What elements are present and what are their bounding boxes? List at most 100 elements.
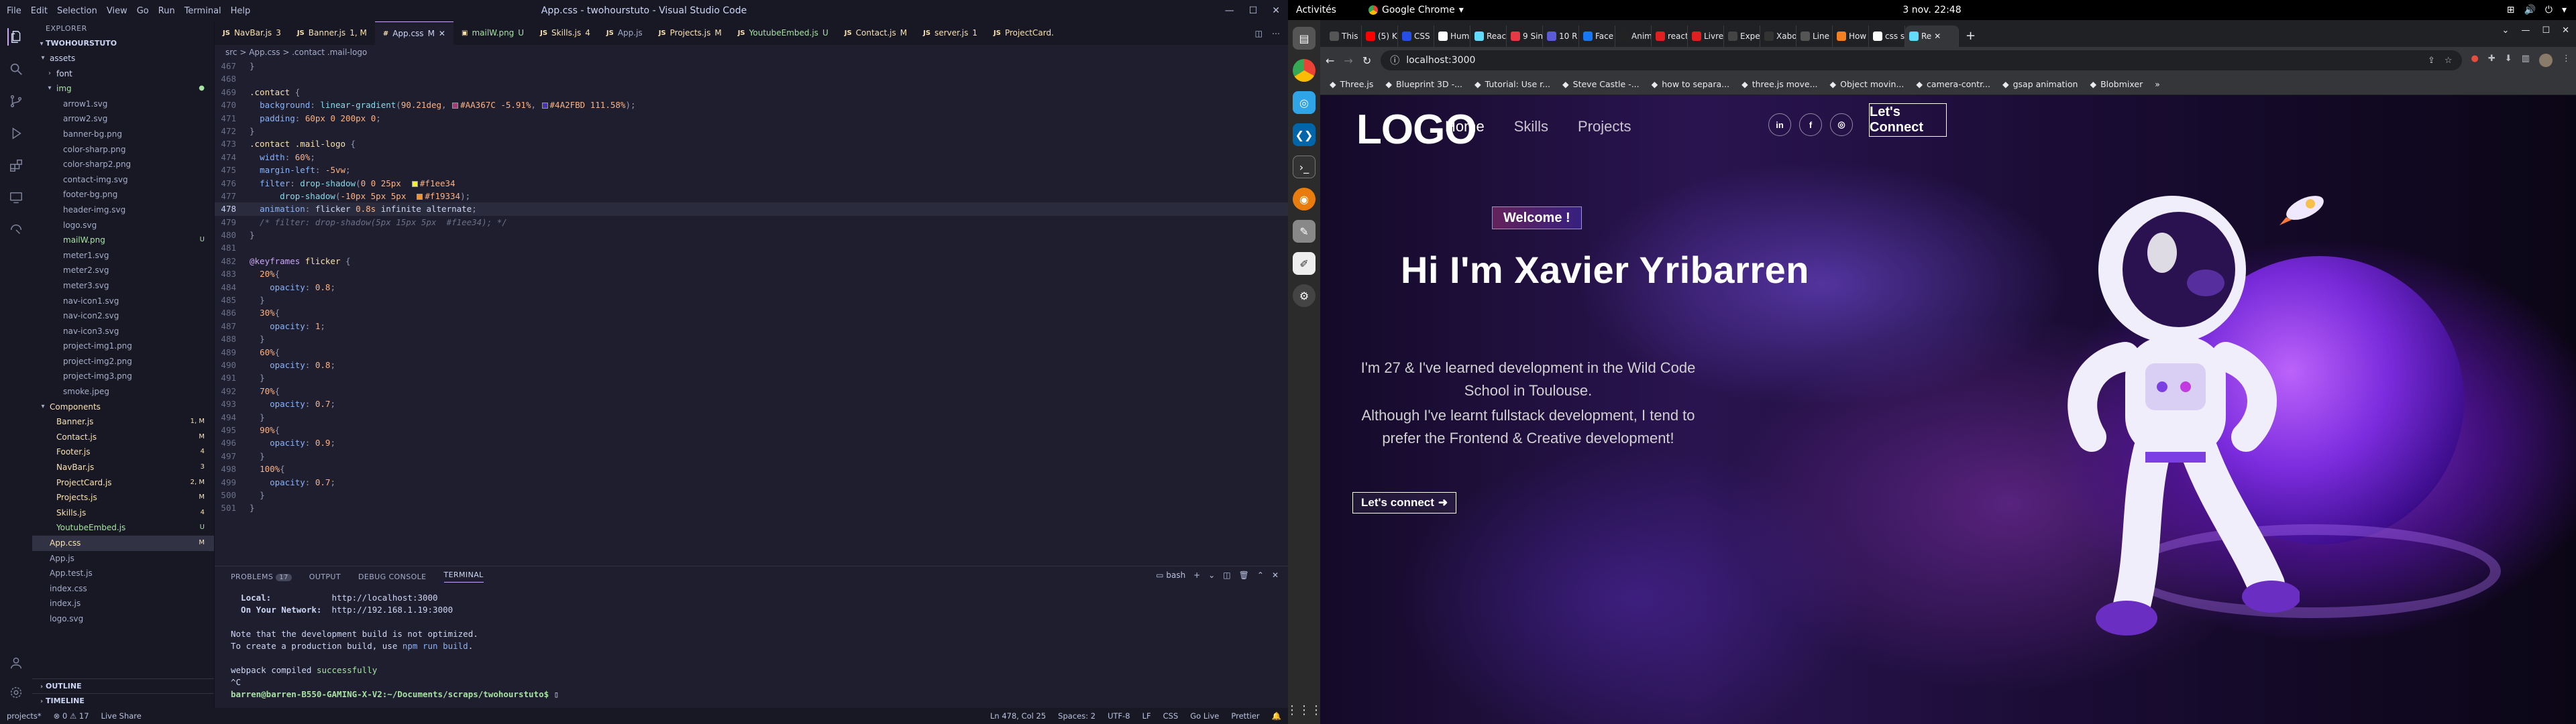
linkedin-icon[interactable]: in (1768, 113, 1791, 136)
show-apps-icon[interactable]: ⋮⋮⋮ (1288, 703, 1322, 717)
profile-avatar[interactable] (2539, 54, 2553, 67)
browser-tab[interactable]: Expe (1724, 25, 1760, 47)
forward-icon[interactable]: → (1344, 54, 1352, 67)
editor-tab[interactable]: ▣ mailW.png U (453, 21, 532, 45)
text-editor-icon[interactable]: ✎ (1293, 220, 1316, 243)
terminal-icon[interactable]: ›_ (1293, 156, 1316, 178)
file-item[interactable]: mailW.png U (32, 233, 214, 248)
file-item[interactable]: YoutubeEmbed.js U (32, 520, 214, 536)
file-item[interactable]: App.css M (32, 536, 214, 551)
breadcrumb[interactable]: src > App.css > .contact .mail-logo (215, 45, 1288, 60)
browser-tab[interactable]: (5) K (1362, 25, 1398, 47)
editor-tab[interactable]: JS ProjectCard. (985, 21, 1062, 45)
status-right-item[interactable]: Spaces: 2 (1058, 711, 1095, 721)
browser-tab[interactable]: CSS (1398, 25, 1434, 47)
file-item[interactable]: nav-icon1.svg (32, 294, 214, 309)
chrome-menu-icon[interactable]: ⋮ (2562, 54, 2571, 67)
browser-tab[interactable]: Face (1579, 25, 1615, 47)
bookmark-item[interactable]: ◆ three.js move... (1741, 79, 1817, 89)
settings-gear-icon[interactable] (7, 684, 25, 701)
maximize-icon[interactable]: ☐ (1249, 5, 1258, 16)
tab-search-icon[interactable]: ⌄ (2502, 25, 2510, 36)
file-item[interactable]: banner-bg.png (32, 127, 214, 142)
file-item[interactable]: project-img1.png (32, 339, 214, 354)
reload-icon[interactable]: ↻ (1362, 54, 1371, 67)
menu-terminal[interactable]: Terminal (184, 6, 221, 16)
source-control-icon[interactable] (7, 93, 25, 110)
nav-link-home[interactable]: Home (1445, 118, 1485, 135)
status-right-item[interactable]: LF (1142, 711, 1151, 721)
browser-tab[interactable]: Reac (1470, 25, 1507, 47)
share-icon[interactable]: ⇪ (2428, 56, 2435, 66)
file-item[interactable]: smoke.jpeg (32, 384, 214, 400)
status-right-item[interactable]: Prettier (1231, 711, 1259, 721)
browser-tab[interactable]: css s (1869, 25, 1905, 47)
bookmark-item[interactable]: ◆ Object movin... (1830, 79, 1904, 89)
notifications-bell-icon[interactable]: 🔔 (1272, 711, 1281, 721)
bookmark-item[interactable]: ◆ Blueprint 3D -... (1385, 79, 1462, 89)
browser-tab[interactable]: This (1326, 25, 1362, 47)
browser-tab[interactable]: Anim (1615, 25, 1652, 47)
browser-tab[interactable]: react (1652, 25, 1688, 47)
split-terminal-icon[interactable]: ◫ (1223, 570, 1230, 580)
menu-selection[interactable]: Selection (57, 6, 97, 16)
editor-tab[interactable]: JS YoutubeEmbed.js U (730, 21, 837, 45)
blender-icon[interactable]: ◉ (1293, 188, 1316, 210)
status-right-item[interactable]: Ln 478, Col 25 (990, 711, 1046, 721)
menu-run[interactable]: Run (158, 6, 175, 16)
file-item[interactable]: App.test.js (32, 566, 214, 581)
facebook-icon[interactable]: f (1799, 113, 1822, 136)
status-left-item[interactable]: projects* (7, 711, 42, 721)
editor-tab[interactable]: JS App.js (598, 21, 651, 45)
run-debug-icon[interactable] (7, 125, 25, 142)
editor-tab[interactable]: # App.css M ✕ (374, 21, 453, 46)
folder-item[interactable]: ▾ img ● (32, 81, 214, 97)
file-item[interactable]: index.js (32, 596, 214, 611)
outline-section[interactable]: › OUTLINE (32, 678, 214, 693)
menu-help[interactable]: Help (231, 6, 251, 16)
site-info-icon[interactable]: ⓘ (1390, 54, 1399, 67)
bookmark-item[interactable]: ◆ gsap animation (2002, 79, 2078, 89)
menu-file[interactable]: File (7, 6, 21, 16)
browser-tab[interactable]: Xabo (1760, 25, 1796, 47)
browser-tab-close-icon[interactable]: ✕ (1934, 32, 1941, 41)
files-icon[interactable]: ▤ (1293, 27, 1316, 50)
file-item[interactable]: meter3.svg (32, 278, 214, 294)
explorer-root[interactable]: ▾ TWOHOURSTUTO (32, 36, 214, 51)
chrome-maximize-icon[interactable]: ☐ (2542, 25, 2550, 36)
panel-tab-output[interactable]: OUTPUT (309, 572, 341, 581)
file-item[interactable]: contact-img.svg (32, 172, 214, 188)
new-tab-button[interactable]: + (1959, 29, 1982, 47)
editor-tab[interactable]: JS NavBar.js 3 (215, 21, 289, 45)
browser-tab[interactable]: 10 R (1543, 25, 1579, 47)
file-item[interactable]: header-img.svg (32, 202, 214, 218)
editor-tab[interactable]: JS Skills.js 4 (532, 21, 598, 45)
trash-icon[interactable]: 🗑 (1239, 570, 1249, 580)
file-item[interactable]: logo.svg (32, 611, 214, 627)
file-item[interactable]: color-sharp2.png (32, 157, 214, 172)
editor-tab[interactable]: JS Projects.js M (651, 21, 730, 45)
folder-item[interactable]: ▾ Components (32, 400, 214, 415)
hero-connect-button[interactable]: Let's connect ➜ (1352, 492, 1457, 514)
browser-tab[interactable]: How (1833, 25, 1869, 47)
system-tray[interactable]: ⊞ 🔊 ⏻ ▾ (2507, 5, 2567, 15)
file-item[interactable]: Banner.js 1, M (32, 414, 214, 430)
chrome-minimize-icon[interactable]: — (2521, 25, 2530, 36)
menu-edit[interactable]: Edit (31, 6, 48, 16)
panel-tab-debug-console[interactable]: DEBUG CONSOLE (358, 572, 427, 581)
file-item[interactable]: NavBar.js 3 (32, 460, 214, 475)
minimize-icon[interactable]: — (1225, 5, 1234, 16)
file-item[interactable]: meter2.svg (32, 263, 214, 278)
lets-connect-button[interactable]: Let's Connect (1869, 103, 1947, 137)
file-item[interactable]: nav-icon2.svg (32, 308, 214, 324)
bookmark-item[interactable]: ◆ Steve Castle -... (1562, 79, 1640, 89)
bookmarks-overflow-icon[interactable]: » (2155, 79, 2160, 89)
activities-button[interactable]: Activités (1296, 5, 1336, 15)
code-editor[interactable]: 467} 468 469 .contact {470 background: line… (215, 60, 1288, 566)
chromium-icon[interactable]: ◎ (1293, 91, 1316, 114)
file-item[interactable]: Skills.js 4 (32, 505, 214, 521)
tab-close-icon[interactable]: ✕ (439, 22, 445, 46)
browser-tab[interactable]: Livre (1688, 25, 1724, 47)
more-actions-icon[interactable]: ⋯ (1272, 29, 1280, 38)
back-icon[interactable]: ← (1326, 54, 1334, 67)
